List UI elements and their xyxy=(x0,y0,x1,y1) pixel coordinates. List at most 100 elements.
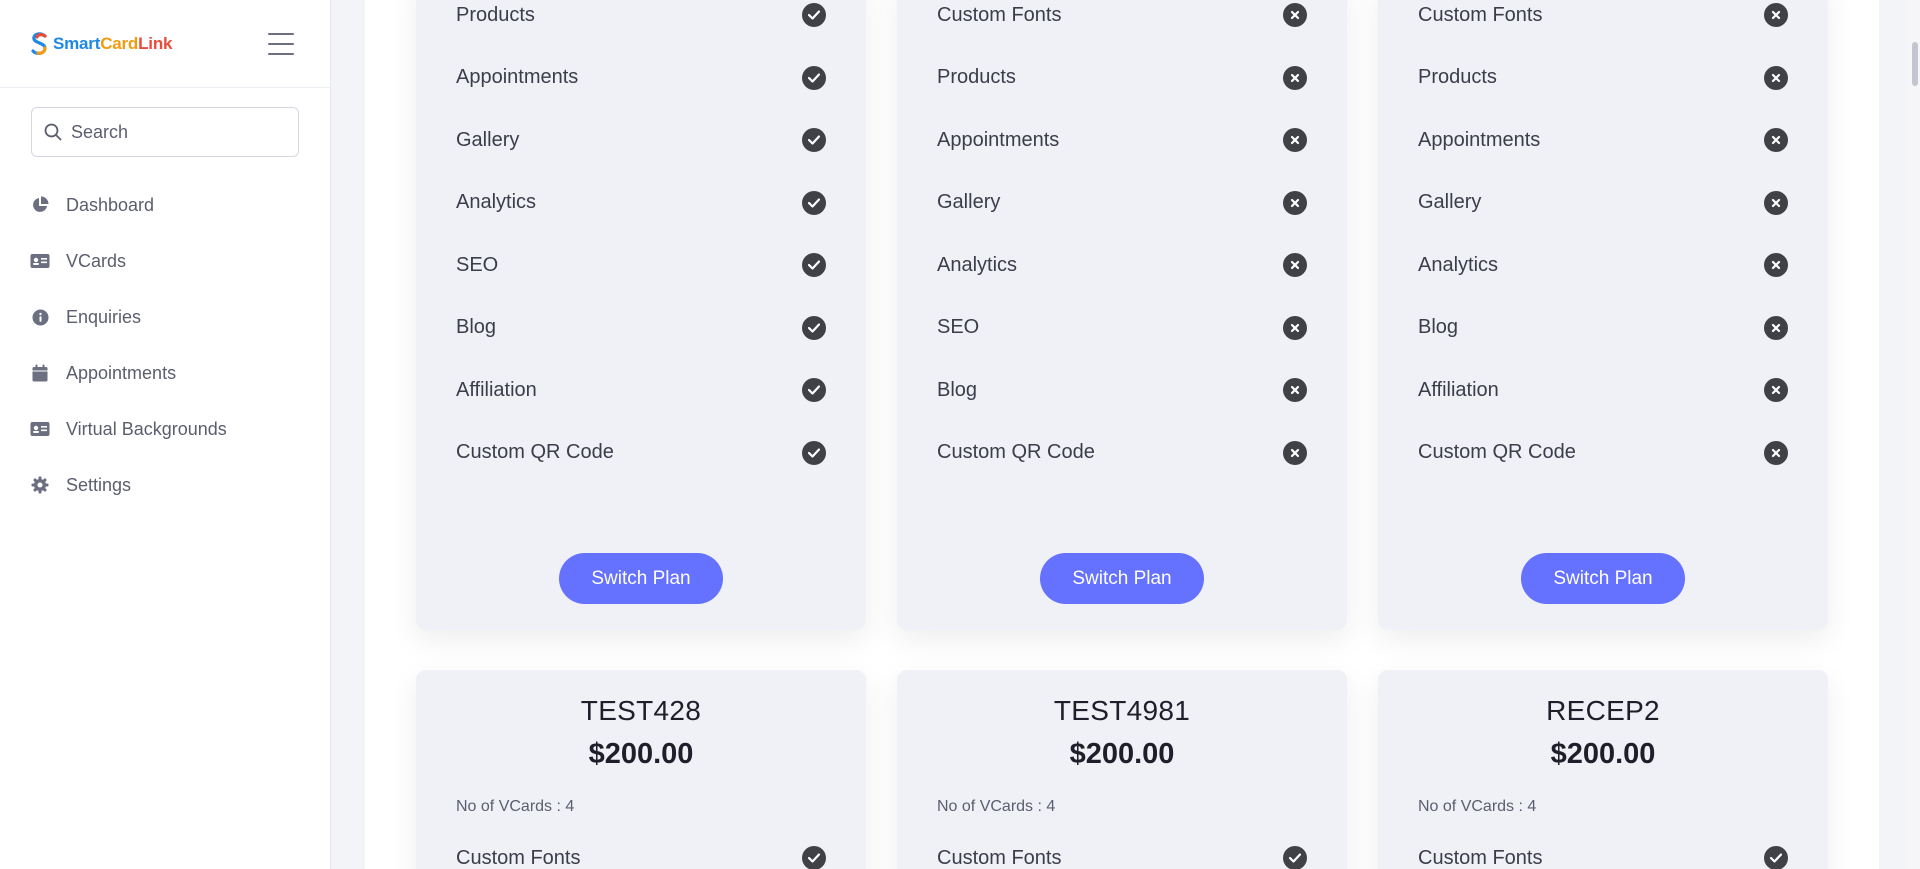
feature-row: Appointments xyxy=(1418,125,1788,155)
feature-row: Affiliation xyxy=(456,375,826,405)
feature-label: Affiliation xyxy=(456,378,537,401)
logo-text-part1: Smart xyxy=(53,33,101,53)
plan-vcard-count: No of VCards : 4 xyxy=(1418,798,1537,815)
sidebar: SmartCardLink Dashboard xyxy=(0,0,331,869)
close-icon xyxy=(1764,253,1788,277)
feature-row: Custom QR Code xyxy=(1418,438,1788,468)
feature-label: SEO xyxy=(456,253,499,276)
sidebar-item-settings[interactable]: Settings xyxy=(0,457,330,513)
search-input[interactable] xyxy=(71,121,271,143)
sidebar-item-vcards[interactable]: VCards xyxy=(0,233,330,289)
search-icon xyxy=(44,123,62,141)
feature-label: Products xyxy=(456,3,535,26)
feature-row: Appointments xyxy=(456,63,826,93)
check-icon xyxy=(802,65,826,90)
sidebar-item-dashboard[interactable]: Dashboard xyxy=(0,177,330,233)
feature-label: Custom Fonts xyxy=(1418,846,1543,869)
feature-label: Custom QR Code xyxy=(1418,441,1576,463)
feature-row: Custom Fonts xyxy=(1418,843,1788,869)
sidebar-item-virtual-backgrounds[interactable]: Virtual Backgrounds xyxy=(0,401,330,457)
check-icon xyxy=(802,440,826,465)
feature-label: Gallery xyxy=(1418,191,1482,213)
feature-row: Custom Fonts xyxy=(456,843,826,869)
feature-label: Gallery xyxy=(456,128,520,151)
sidebar-item-label: Virtual Backgrounds xyxy=(66,418,227,439)
plan-card: Custom Fonts Products Appointments Gallery A… xyxy=(897,0,1347,630)
switch-plan-button[interactable]: Switch Plan xyxy=(1040,553,1204,604)
feature-label: Gallery xyxy=(937,191,1001,213)
plan-card: Custom Fonts Products Appointments Gallery A… xyxy=(1378,0,1828,630)
check-icon xyxy=(1764,846,1788,869)
feature-label: Blog xyxy=(937,378,978,401)
feature-label: Products xyxy=(1418,66,1497,88)
feature-label: Custom QR Code xyxy=(937,441,1095,463)
close-icon xyxy=(1283,190,1307,215)
feature-label: Analytics xyxy=(937,253,1018,276)
plan-name: TEST428 xyxy=(580,695,702,726)
feature-label: Custom QR Code xyxy=(456,441,614,463)
sidebar-nav: Dashboard VCards Enquiries Appointments … xyxy=(0,177,330,513)
feature-label: SEO xyxy=(937,316,980,338)
feature-label: Custom Fonts xyxy=(456,846,581,869)
feature-row: Appointments xyxy=(937,125,1307,155)
feature-row: SEO xyxy=(456,250,826,280)
switch-plan-button[interactable]: Switch Plan xyxy=(559,553,723,604)
logo-text-part3: Link xyxy=(138,33,173,53)
close-icon xyxy=(1764,190,1788,215)
id-card-icon xyxy=(30,419,50,439)
sidebar-item-label: VCards xyxy=(66,250,127,271)
logo-text-part2: Card xyxy=(100,33,139,53)
sidebar-item-appointments[interactable]: Appointments xyxy=(0,345,330,401)
feature-row: SEO xyxy=(937,313,1307,343)
logo-text: SmartCardLink xyxy=(53,34,172,54)
logo-icon xyxy=(31,31,47,55)
check-icon xyxy=(802,128,826,152)
feature-row: Custom QR Code xyxy=(456,438,826,468)
menu-toggle-icon[interactable] xyxy=(268,32,294,55)
sidebar-item-label: Appointments xyxy=(66,362,177,383)
plan-name: RECEP2 xyxy=(1546,695,1660,726)
sidebar-item-label: Enquiries xyxy=(66,306,142,327)
info-circle-icon xyxy=(30,307,50,327)
feature-row: Gallery xyxy=(937,188,1307,218)
plan-price: $200.00 xyxy=(1069,738,1175,770)
pie-chart-icon xyxy=(30,195,50,215)
close-icon xyxy=(1764,315,1788,340)
check-icon xyxy=(802,253,826,277)
check-icon xyxy=(802,378,826,402)
brand-header: SmartCardLink xyxy=(0,0,330,88)
plan-name: TEST4981 xyxy=(1053,695,1191,726)
check-icon xyxy=(802,315,826,340)
feature-label: Custom Fonts xyxy=(1418,3,1543,26)
close-icon xyxy=(1764,378,1788,402)
feature-row: Custom Fonts xyxy=(937,0,1307,30)
close-icon xyxy=(1283,440,1307,465)
close-icon xyxy=(1283,3,1307,27)
plan-card: TEST428 $200.00 No of VCards : 4 Custom … xyxy=(416,670,866,869)
switch-plan-button[interactable]: Switch Plan xyxy=(1521,553,1685,604)
feature-row: Analytics xyxy=(1418,250,1788,280)
feature-row: Custom Fonts xyxy=(937,843,1307,869)
check-icon xyxy=(1283,846,1307,869)
feature-label: Custom Fonts xyxy=(937,846,1062,869)
plan-vcard-count: No of VCards : 4 xyxy=(937,798,1056,815)
sidebar-item-label: Dashboard xyxy=(66,194,155,215)
feature-row: Products xyxy=(937,63,1307,93)
page-scrollbar[interactable] xyxy=(1908,0,1920,869)
feature-label: Blog xyxy=(456,316,497,338)
feature-label: Analytics xyxy=(1418,253,1499,276)
search-box[interactable] xyxy=(31,107,299,157)
feature-row: Affiliation xyxy=(1418,375,1788,405)
feature-row: Custom Fonts xyxy=(1418,0,1788,30)
feature-label: Analytics xyxy=(456,191,537,213)
close-icon xyxy=(1283,65,1307,90)
sidebar-item-enquiries[interactable]: Enquiries xyxy=(0,289,330,345)
logo[interactable]: SmartCardLink xyxy=(30,31,172,56)
feature-label: Appointments xyxy=(937,128,1060,151)
close-icon xyxy=(1283,128,1307,152)
scrollbar-thumb[interactable] xyxy=(1912,42,1918,86)
plan-price: $200.00 xyxy=(1550,738,1656,770)
plan-card: Products Appointments Gallery Analytics SEO B… xyxy=(416,0,866,630)
close-icon xyxy=(1764,128,1788,152)
feature-label: Appointments xyxy=(1418,128,1541,151)
